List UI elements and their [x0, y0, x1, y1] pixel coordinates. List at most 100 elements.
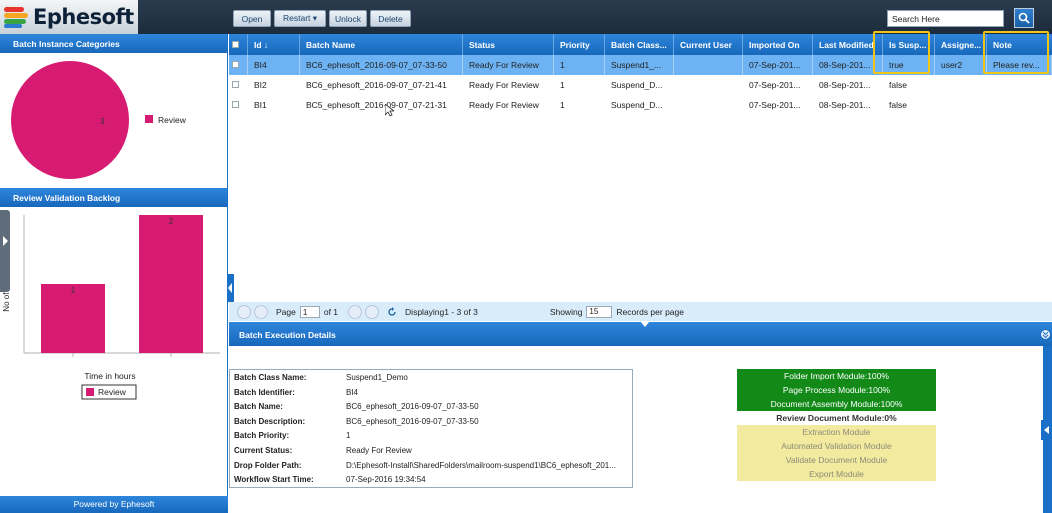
right-collapse-tab[interactable] — [1041, 420, 1052, 440]
cell-id: BI2 — [254, 80, 267, 90]
refresh-icon — [388, 306, 396, 316]
logo-text: Ephesoft — [33, 5, 134, 29]
detail-value: 07-Sep-2016 19:34:54 — [346, 475, 426, 485]
cell-last-modified: 08-Sep-201... — [819, 100, 871, 110]
grid-collapse-tab[interactable] — [227, 274, 234, 302]
cell-status: Ready For Review — [463, 55, 554, 75]
displaying-text: Displaying1 - 3 of 3 — [405, 306, 478, 317]
module-status-item: Document Assembly Module:100% — [737, 397, 936, 411]
top-toolbar: Ephesoft Open Restart ▾ Unlock Delete Se… — [0, 0, 1052, 34]
collapse-details-button[interactable] — [1040, 329, 1051, 340]
records-per-page-select[interactable]: 15 — [586, 305, 613, 318]
refresh-button[interactable] — [385, 305, 399, 319]
column-header-status[interactable]: Status — [463, 34, 554, 55]
detail-value: Suspend1_Demo — [346, 373, 408, 382]
column-header-current-user[interactable]: Current User — [674, 34, 743, 55]
cell-current-user — [674, 95, 743, 115]
cell-note — [987, 75, 1052, 95]
next-page-button[interactable] — [348, 304, 363, 319]
page-number-value: 1 — [302, 307, 308, 317]
mouse-cursor-icon — [385, 104, 394, 117]
cell-batch-name: BC6_ephesoft_2016-09-07_07-21-41 — [306, 80, 447, 90]
detail-key: Batch Class Name: — [234, 373, 307, 382]
chevron-down-icon[interactable] — [640, 321, 650, 328]
select-all-checkbox[interactable] — [232, 41, 239, 48]
detail-key: Batch Description: — [234, 416, 306, 426]
previous-page-button[interactable] — [254, 304, 268, 319]
batch-execution-details-title: Batch Execution Details — [239, 330, 336, 340]
column-header-id[interactable]: Id ↓ — [248, 34, 300, 55]
pie-legend-label: Review — [158, 115, 187, 125]
column-header-imported-on[interactable]: Imported On — [743, 34, 813, 55]
search-button[interactable] — [1014, 8, 1034, 28]
table-row[interactable]: BI1 BC5_ephesoft_2016-09-07_07-21-31 Rea… — [229, 95, 1052, 115]
cell-assigned: user2 — [935, 55, 987, 75]
detail-key: Current Status: — [234, 445, 293, 455]
page-count-label: of 1 — [323, 306, 339, 317]
column-header-batch-name[interactable]: Batch Name — [300, 34, 463, 55]
review-backlog-bar-chart: No of batches Time in hours Review 12 — [0, 207, 227, 495]
module-status-item: Automated Validation Module — [737, 439, 936, 453]
pagination-bar: Page 1 of 1 Displaying1 - 3 of 3 Showing… — [229, 302, 1052, 321]
detail-row: Current Status: Ready For Review — [230, 443, 632, 458]
detail-row: Batch Identifier: BI4 — [230, 385, 632, 400]
table-row[interactable]: BI2 BC6_ephesoft_2016-09-07_07-21-41 Rea… — [229, 75, 1052, 95]
detail-value: D:\Ephesoft-Install\SharedFolders\mailro… — [346, 460, 616, 470]
cell-priority: 1 — [560, 80, 565, 90]
search-icon — [1018, 12, 1030, 24]
chevron-double-down-icon — [1042, 331, 1049, 339]
first-page-button[interactable] — [237, 304, 251, 319]
last-page-button[interactable] — [365, 304, 380, 319]
bar-chart-svg: No of batches Time in hours Review 12 — [2, 215, 220, 400]
workflow-modules-list: Folder Import Module:100% Page Process M… — [737, 369, 936, 481]
cell-batch-name: BC5_ephesoft_2016-09-07_07-21-31 — [306, 100, 447, 110]
row-checkbox[interactable] — [232, 61, 239, 68]
batch-details-table: Batch Class Name: Suspend1_Demo Batch Ide… — [229, 369, 633, 488]
cell-assigned — [935, 95, 987, 115]
detail-value: BC6_ephesoft_2016-09-07_07-33-50 — [346, 402, 479, 412]
restart-button[interactable]: Restart ▾ — [274, 10, 326, 27]
cell-batch-class: Suspend_D... — [611, 100, 663, 110]
page-number-input[interactable]: 1 — [299, 305, 320, 318]
column-header-assigned[interactable]: Assigne... — [935, 34, 987, 55]
delete-button[interactable]: Delete — [370, 10, 411, 27]
detail-key: Workflow Start Time: — [234, 475, 314, 485]
select-all-column[interactable] — [229, 34, 248, 55]
cell-id: BI1 — [254, 100, 267, 110]
column-header-batch-class[interactable]: Batch Class... — [605, 34, 674, 55]
detail-value: 1 — [346, 431, 351, 441]
chevron-left-icon — [1044, 426, 1049, 434]
cell-status: Ready For Review — [469, 80, 539, 90]
chevron-right-icon — [3, 236, 8, 246]
x-axis-label: Time in hours — [84, 371, 135, 381]
detail-value: Ready For Review — [346, 445, 412, 455]
cell-is-suspended: false — [889, 80, 907, 90]
cell-is-suspended: false — [889, 100, 907, 110]
pie-panel-title: Batch Instance Categories — [0, 34, 227, 53]
open-button[interactable]: Open — [233, 10, 271, 27]
batch-categories-pie-chart: 3 Review — [0, 53, 227, 188]
pie-chart-svg: 3 Review — [11, 61, 187, 179]
search-input[interactable]: Search Here — [887, 10, 1004, 27]
bar-legend-label: Review — [98, 387, 127, 397]
detail-row: Batch Class Name: Suspend1_Demo — [230, 370, 632, 385]
row-checkbox[interactable] — [232, 101, 239, 108]
chevron-left-icon — [228, 283, 232, 293]
detail-value: BC6_ephesoft_2016-09-07_07-33-50 — [346, 416, 479, 426]
powered-by-footer: Powered by Ephesoft — [0, 496, 228, 513]
module-status-item: Folder Import Module:100% — [737, 369, 936, 383]
cell-note — [987, 95, 1052, 115]
cell-batch-class: Suspend_D... — [611, 80, 663, 90]
cell-current-user — [674, 55, 743, 75]
bar-2 — [139, 215, 203, 353]
collapse-side-tab[interactable] — [0, 210, 10, 292]
detail-row: Batch Description: BC6_ephesoft_2016-09-0… — [230, 414, 632, 429]
unlock-button[interactable]: Unlock — [329, 10, 367, 27]
pie-legend-swatch — [145, 115, 153, 123]
ephesoft-logo: Ephesoft — [0, 0, 138, 34]
records-per-page-value: 15 — [589, 307, 599, 316]
detail-row: Workflow Start Time: 07-Sep-2016 19:34:54 — [230, 472, 632, 487]
row-checkbox[interactable] — [232, 81, 239, 88]
column-header-priority[interactable]: Priority — [554, 34, 605, 55]
detail-key: Drop Folder Path: — [234, 460, 302, 470]
